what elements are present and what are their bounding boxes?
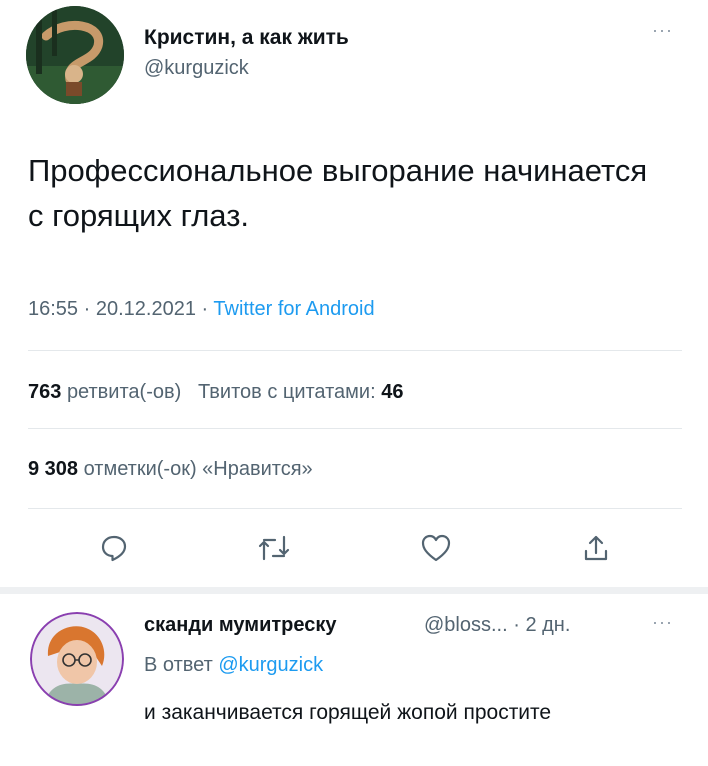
retweets-count[interactable]: 763 (28, 381, 61, 403)
retweet-stats: 763 ретвита(-ов) Твитов с цитатами: 46 (28, 381, 403, 404)
reply-to-label: В ответ (144, 654, 213, 676)
divider (28, 350, 682, 351)
share-button[interactable] (574, 526, 618, 570)
share-icon (584, 535, 608, 561)
retweet-icon (258, 535, 290, 561)
meta-separator: · (83, 298, 91, 320)
reply-author-name[interactable]: сканди мумитреску (144, 614, 337, 637)
reply-author-handle[interactable]: @bloss... (424, 614, 508, 636)
meta-separator: · (201, 298, 209, 320)
reply-author-meta: @bloss... · 2 дн. (424, 614, 570, 637)
like-button[interactable] (414, 526, 458, 570)
section-separator (0, 587, 708, 594)
reply-to-line: В ответ @kurguzick (144, 654, 323, 677)
tweet-date: 20.12.2021 (95, 298, 196, 320)
quotes-count[interactable]: 46 (381, 381, 403, 403)
tweet-text: Профессиональное выгорание начинается с … (28, 153, 648, 233)
reply-text: и заканчивается горящей жопой простите (144, 701, 552, 724)
author-handle[interactable]: @kurguzick (144, 57, 249, 80)
avatar-image (30, 612, 124, 706)
reply-author-avatar[interactable] (30, 612, 124, 706)
like-stats: 9 308 отметки(-ок) «Нравится» (28, 458, 313, 481)
more-options-icon[interactable]: ··· (652, 20, 673, 41)
likes-label[interactable]: отметки(-ок) «Нравится» (84, 458, 313, 480)
reply-icon (101, 535, 127, 562)
reply-button[interactable] (92, 526, 136, 570)
reply-to-mention[interactable]: @kurguzick (218, 654, 323, 676)
retweet-button[interactable] (252, 526, 296, 570)
divider (28, 428, 682, 429)
retweets-label[interactable]: ретвита(-ов) (67, 381, 181, 403)
tweet-source-link[interactable]: Twitter for Android (213, 298, 374, 320)
tweet-time: 16:55 (28, 298, 79, 320)
reply-more-options-icon[interactable]: ··· (652, 612, 673, 633)
likes-count[interactable]: 9 308 (28, 458, 78, 480)
avatar-image (26, 6, 124, 104)
author-avatar[interactable] (26, 6, 124, 104)
divider (28, 508, 682, 509)
author-name[interactable]: Кристин, а как жить (144, 26, 349, 50)
reply-time[interactable]: · 2 дн. (513, 614, 570, 636)
tweet-meta: 16:55 · 20.12.2021 · Twitter for Android (28, 298, 375, 321)
quotes-label[interactable]: Твитов с цитатами: (198, 381, 376, 403)
like-icon (421, 534, 451, 562)
